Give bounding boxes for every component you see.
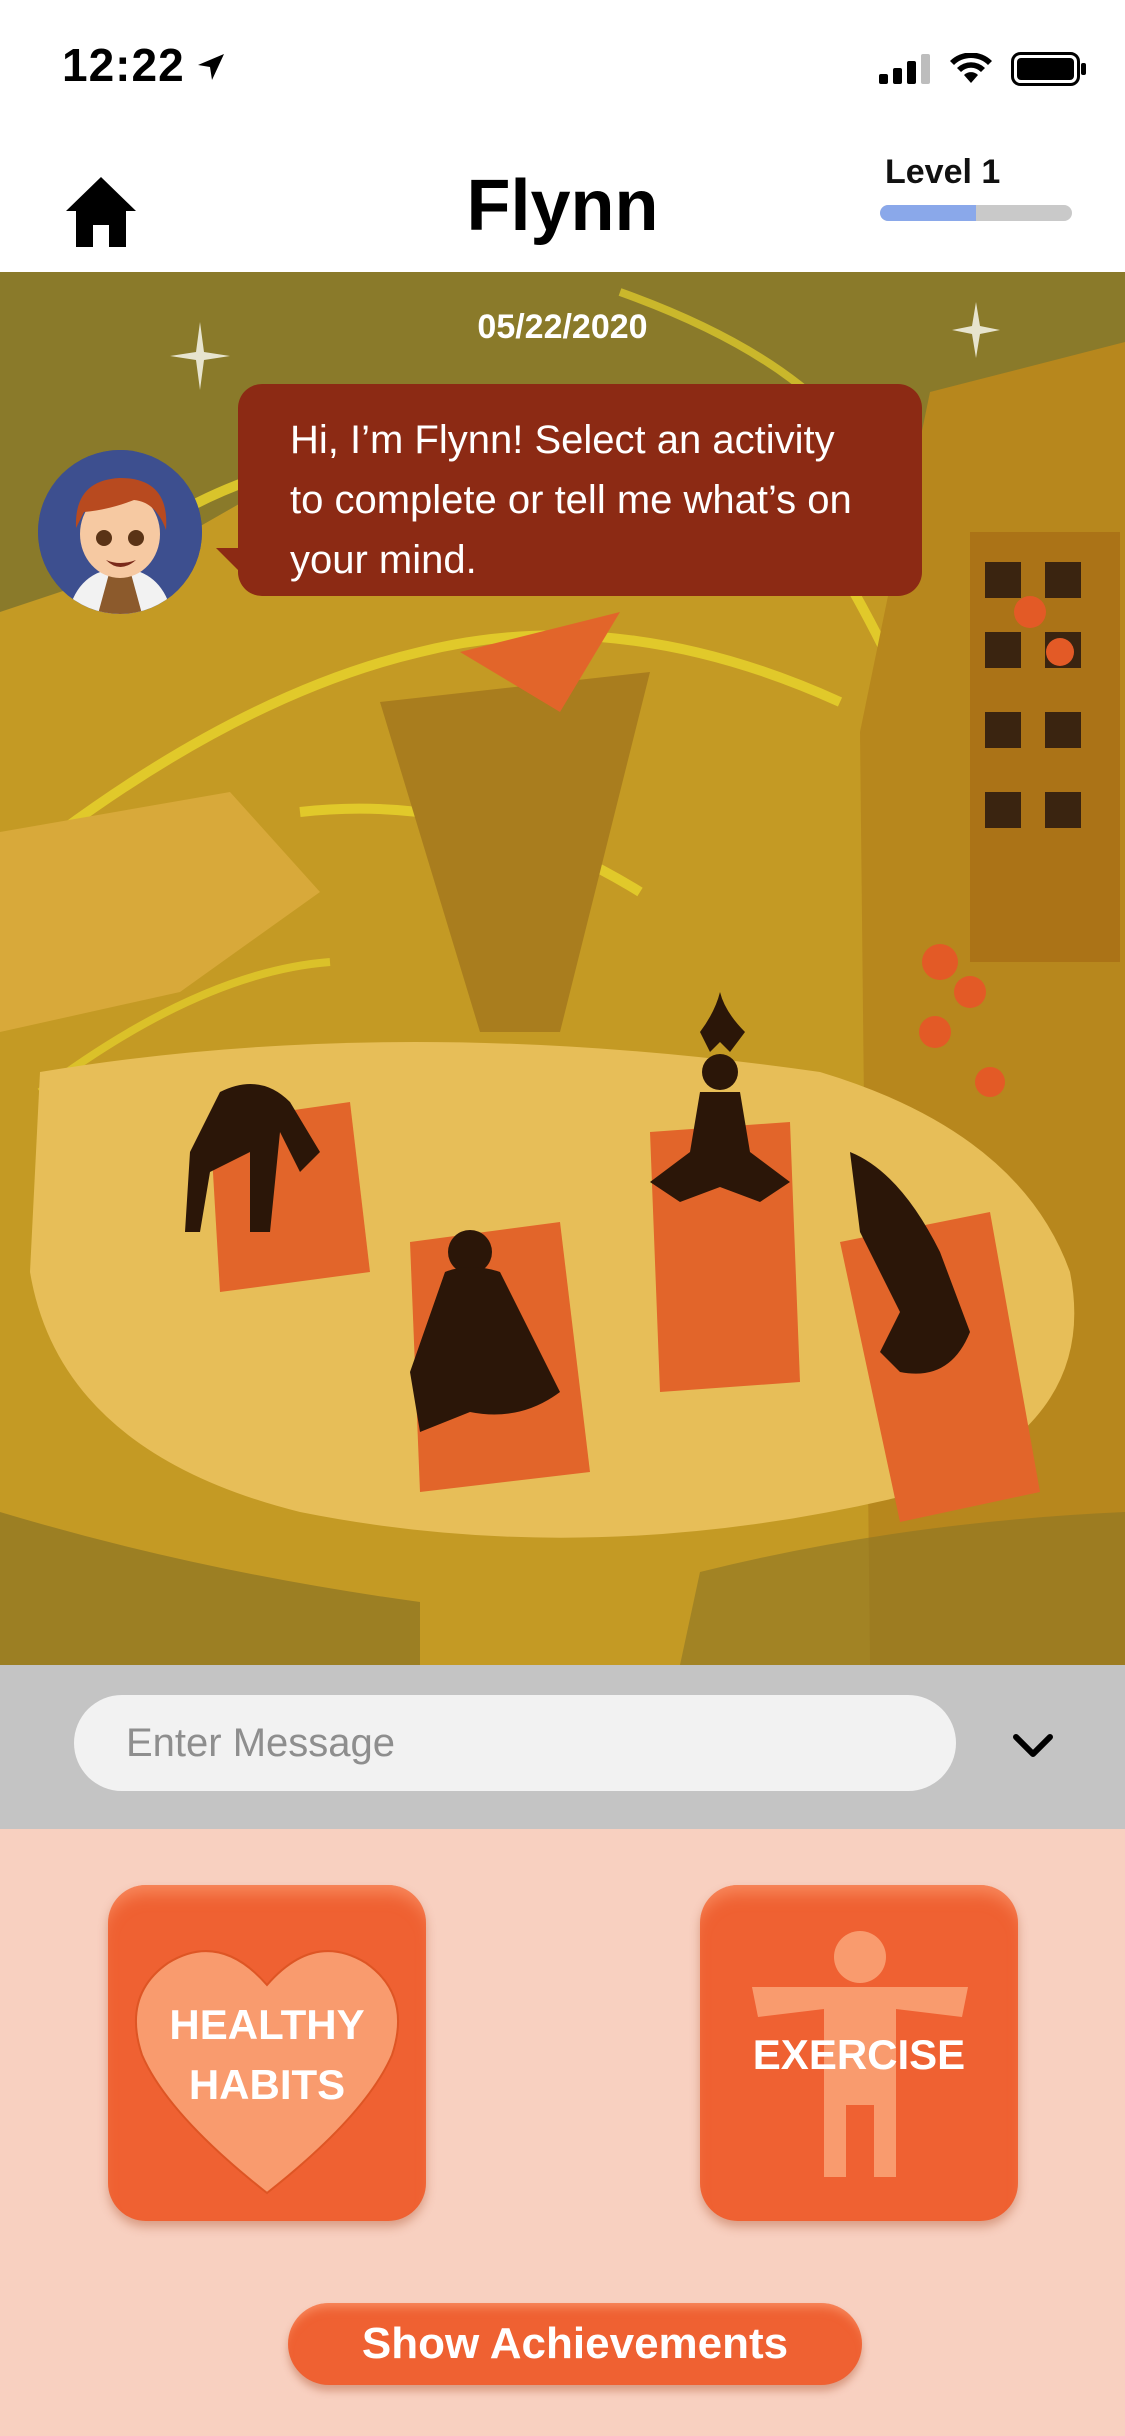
- bot-message-line-2: to complete or tell me what’s on: [290, 478, 852, 522]
- level-progress-fill: [880, 205, 976, 221]
- exercise-button[interactable]: EXERCISE: [700, 1885, 1018, 2221]
- bubble-tail: [216, 548, 250, 582]
- signal-bars-icon: [879, 54, 930, 84]
- level-label: Level 1: [885, 153, 1001, 191]
- bot-message-line-1: Hi, I’m Flynn! Select an activity: [290, 418, 835, 462]
- chevron-down-icon[interactable]: [1008, 1729, 1058, 1763]
- battery-icon: [1011, 52, 1086, 86]
- location-arrow-icon: [198, 54, 224, 80]
- chat-scene: 05/22/2020 Hi, I’m Flynn! Select an acti…: [0, 272, 1125, 1665]
- healthy-habits-label-2: HABITS: [188, 2061, 346, 2108]
- message-input-bar: [0, 1665, 1125, 1829]
- healthy-habits-button[interactable]: HEALTHY HABITS: [108, 1885, 426, 2221]
- app-screen: 12:22 Flynn Level 1 05/22/2020 Hi, I’m F…: [0, 0, 1125, 2436]
- activity-panel: HEALTHY HABITS EXERCISE Show Achievement…: [0, 1829, 1125, 2436]
- show-achievements-button[interactable]: Show Achievements: [288, 2303, 862, 2385]
- healthy-habits-label-1: HEALTHY: [169, 2001, 365, 2048]
- chat-date: 05/22/2020: [477, 308, 648, 346]
- bot-message-bubble: Hi, I’m Flynn! Select an activity to com…: [238, 384, 922, 596]
- level-progress-bar: [880, 205, 1072, 221]
- status-icons: [879, 52, 1087, 86]
- wifi-icon: [950, 53, 992, 83]
- flynn-avatar: [38, 450, 202, 614]
- message-input[interactable]: [74, 1695, 956, 1791]
- status-time: 12:22: [62, 39, 185, 91]
- status-bar: 12:22: [0, 0, 1125, 135]
- app-header: Flynn Level 1: [0, 135, 1125, 272]
- exercise-label: EXERCISE: [752, 2031, 966, 2078]
- bot-message-line-3: your mind.: [290, 538, 477, 582]
